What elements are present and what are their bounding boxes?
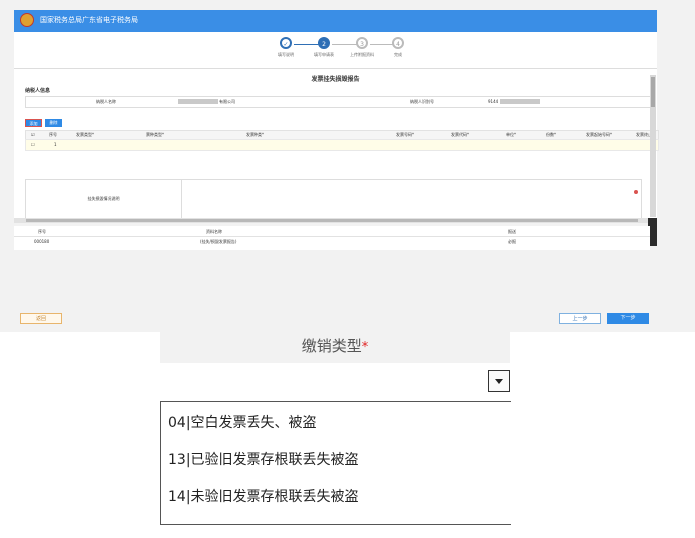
dropdown-option[interactable]: 14|未验旧发票存根联丢失被盗: [168, 486, 359, 506]
progress-steps: ✓ 填写说明 2 填写申请表 3 上传附报资料 4 完成: [14, 32, 657, 68]
taxpayer-name-label: 纳税人名称: [96, 99, 116, 104]
table-row[interactable]: ☐ 1: [25, 139, 659, 151]
step-number: 2: [318, 37, 330, 49]
note-label: 挂失损毁情况说明: [26, 180, 182, 218]
field-label: 缴销类型*: [160, 335, 510, 356]
back-button[interactable]: 返回: [20, 313, 62, 324]
step-check-icon: ✓: [280, 37, 292, 49]
column-header: 票种类型*: [146, 132, 164, 137]
column-header: 资料名称: [206, 229, 222, 234]
column-header: 发票号码*: [396, 132, 414, 137]
form-panel: 发票挂失损毁报告 纳税人信息 纳税人名称 有限公司 纳税人识别号 9144 添加…: [14, 68, 659, 219]
column-header: 序号: [38, 229, 46, 234]
dropdown-options-list: 04|空白发票丢失、被盗 13|已验旧发票存根联丢失被盗 14|未验旧发票存根联…: [160, 401, 511, 525]
column-header: 发票起始号码*: [586, 132, 612, 137]
taxpayer-id-label: 纳税人识别号: [410, 99, 434, 104]
note-field[interactable]: 挂失损毁情况说明: [25, 179, 642, 219]
select-all-checkbox[interactable]: ☑: [31, 132, 35, 137]
step-label: 完成: [394, 52, 402, 57]
taxpayer-name-value: 有限公司: [219, 99, 235, 104]
next-step-button[interactable]: 下一步: [607, 313, 649, 324]
horizontal-scrollbar[interactable]: [14, 218, 648, 223]
column-header: 份数*: [546, 132, 556, 137]
step-number: 3: [356, 37, 368, 49]
form-title: 发票挂失损毁报告: [311, 76, 360, 83]
scroll-thumb[interactable]: [651, 77, 655, 107]
step-label: 上传附报资料: [350, 52, 374, 57]
taxpayer-info-row: 纳税人名称 有限公司 纳税人识别号 9144: [25, 96, 653, 108]
delete-row-button[interactable]: 删除: [45, 119, 62, 127]
attachment-requirement: 必报: [508, 239, 516, 244]
redacted-value: [500, 99, 540, 104]
section-title: 纳税人信息: [25, 88, 51, 94]
attachments-header: 序号 资料名称 报送: [14, 228, 650, 237]
cancellation-type-label: 缴销类型: [301, 337, 362, 355]
step-3: 3 上传附报资料: [342, 37, 382, 58]
app-header: 国家税务总局广东省电子税务局: [14, 10, 657, 32]
column-header: 报送: [508, 229, 516, 234]
chevron-down-icon: [495, 379, 503, 384]
column-header: 序号: [49, 132, 57, 137]
required-indicator-icon: [634, 190, 638, 194]
vertical-scrollbar[interactable]: [650, 75, 656, 217]
tax-emblem-icon: [20, 13, 34, 27]
column-header: 发票种类*: [246, 132, 264, 137]
row-index: 1: [54, 142, 57, 147]
step-2: 2 填写申请表: [304, 37, 344, 58]
add-row-button[interactable]: 添加: [25, 119, 42, 127]
scroll-thumb[interactable]: [26, 219, 638, 222]
step-number: 4: [392, 37, 404, 49]
step-1: ✓ 填写说明: [266, 37, 306, 58]
column-header: 发票代码*: [451, 132, 469, 137]
prev-step-button[interactable]: 上一步: [559, 313, 601, 324]
dropdown-toggle-button[interactable]: [488, 370, 510, 392]
required-mark: *: [361, 340, 369, 355]
redacted-value: [178, 99, 218, 104]
cancellation-type-header: 缴销类型*: [160, 323, 510, 363]
attachment-code: 000180: [34, 239, 50, 244]
attachment-row[interactable]: 000180 (挂失/损毁发票报告) 必报: [14, 238, 650, 247]
column-header: 发票类型*: [76, 132, 94, 137]
step-label: 填写申请表: [314, 52, 334, 57]
attachments-table: 序号 资料名称 报送 000180 (挂失/损毁发票报告) 必报: [14, 226, 650, 250]
column-header: 单位*: [506, 132, 516, 137]
step-label: 填写说明: [278, 52, 294, 57]
step-4: 4 完成: [378, 37, 418, 58]
dropdown-option[interactable]: 04|空白发票丢失、被盗: [168, 412, 317, 432]
attachment-name: (挂失/损毁发票报告): [200, 239, 237, 244]
dropdown-option[interactable]: 13|已验旧发票存根联丢失被盗: [168, 449, 359, 469]
app-title: 国家税务总局广东省电子税务局: [40, 16, 138, 24]
screenshot-panel: 国家税务总局广东省电子税务局 ✓ 填写说明 2 填写申请表 3 上传附报资料 4…: [0, 0, 695, 332]
taxpayer-id-value: 9144: [488, 99, 499, 104]
row-checkbox[interactable]: ☐: [31, 142, 35, 147]
